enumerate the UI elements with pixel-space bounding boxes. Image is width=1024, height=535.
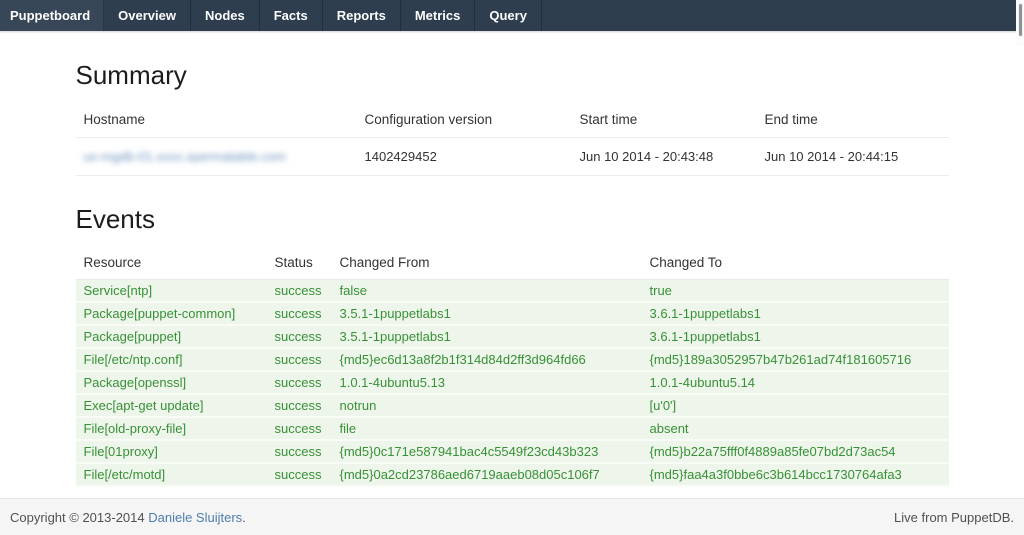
resource-cell: File[/etc/motd] — [76, 463, 267, 486]
author-link[interactable]: Daniele Sluijters — [148, 510, 242, 525]
changed-from-cell: {md5}0a2cd23786aed6719aaeb08d05c106f7 — [332, 463, 642, 486]
nav-item-metrics[interactable]: Metrics — [401, 0, 476, 31]
config-version-cell: 1402429452 — [357, 138, 572, 176]
summary-col-start-time: Start time — [572, 103, 757, 138]
resource-cell: File[/etc/ntp.conf] — [76, 348, 267, 371]
nav-item-query[interactable]: Query — [475, 0, 542, 31]
changed-to-cell: 3.6.1-1puppetlabs1 — [642, 302, 949, 325]
status-cell: success — [267, 371, 332, 394]
resource-cell: Package[openssl] — [76, 371, 267, 394]
copyright-prefix: Copyright © 2013-2014 — [10, 510, 148, 525]
table-row: Service[ntp] success false true — [76, 280, 949, 303]
status-cell: success — [267, 463, 332, 486]
hostname-link-redacted[interactable]: ux-mgdb-01.xxxx.xpermatable.com — [84, 149, 286, 164]
top-navbar: Puppetboard Overview Nodes Facts Reports… — [0, 0, 1024, 31]
status-cell: success — [267, 280, 332, 303]
summary-header-row: Hostname Configuration version Start tim… — [76, 103, 949, 138]
summary-table: Hostname Configuration version Start tim… — [76, 103, 949, 176]
resource-cell: Service[ntp] — [76, 280, 267, 303]
brand-puppetboard[interactable]: Puppetboard — [0, 0, 104, 31]
resource-cell: Package[puppet-common] — [76, 302, 267, 325]
changed-from-cell: {md5}0c171e587941bac4c5549f23cd43b323 — [332, 440, 642, 463]
start-time-cell: Jun 10 2014 - 20:43:48 — [572, 138, 757, 176]
table-row: File[/etc/motd] success {md5}0a2cd23786a… — [76, 463, 949, 486]
status-cell: success — [267, 325, 332, 348]
changed-to-cell: 3.6.1-1puppetlabs1 — [642, 325, 949, 348]
changed-from-cell: 3.5.1-1puppetlabs1 — [332, 325, 642, 348]
status-cell: success — [267, 302, 332, 325]
puppetdb-status-text: Live from PuppetDB. — [894, 510, 1014, 525]
table-row: File[/etc/ntp.conf] success {md5}ec6d13a… — [76, 348, 949, 371]
footer: Copyright © 2013-2014 Daniele Sluijters.… — [0, 498, 1024, 535]
table-row: File[old-proxy-file] success file absent — [76, 417, 949, 440]
status-cell: success — [267, 348, 332, 371]
resource-cell: File[01proxy] — [76, 440, 267, 463]
events-col-changed-to: Changed To — [642, 247, 949, 280]
table-row: File[01proxy] success {md5}0c171e587941b… — [76, 440, 949, 463]
events-col-resource: Resource — [76, 247, 267, 280]
status-cell: success — [267, 417, 332, 440]
changed-from-cell: 1.0.1-4ubuntu5.13 — [332, 371, 642, 394]
summary-title: Summary — [76, 60, 949, 91]
resource-cell: File[old-proxy-file] — [76, 417, 267, 440]
nav-item-facts[interactable]: Facts — [260, 0, 323, 31]
nav-item-nodes[interactable]: Nodes — [191, 0, 260, 31]
nav-item-reports[interactable]: Reports — [323, 0, 401, 31]
status-cell: success — [267, 440, 332, 463]
summary-col-end-time: End time — [757, 103, 949, 138]
hostname-cell: ux-mgdb-01.xxxx.xpermatable.com — [76, 138, 357, 176]
summary-col-hostname: Hostname — [76, 103, 357, 138]
events-col-status: Status — [267, 247, 332, 280]
resource-cell: Package[puppet] — [76, 325, 267, 348]
changed-to-cell: {md5}189a3052957b47b261ad74f181605716 — [642, 348, 949, 371]
changed-from-cell: file — [332, 417, 642, 440]
events-col-changed-from: Changed From — [332, 247, 642, 280]
changed-to-cell: 1.0.1-4ubuntu5.14 — [642, 371, 949, 394]
changed-from-cell: notrun — [332, 394, 642, 417]
nav-item-overview[interactable]: Overview — [104, 0, 191, 31]
summary-col-config-version: Configuration version — [357, 103, 572, 138]
end-time-cell: Jun 10 2014 - 20:44:15 — [757, 138, 949, 176]
events-table: Resource Status Changed From Changed To … — [76, 247, 949, 487]
changed-from-cell: 3.5.1-1puppetlabs1 — [332, 302, 642, 325]
changed-from-cell: false — [332, 280, 642, 303]
events-header-row: Resource Status Changed From Changed To — [76, 247, 949, 280]
changed-from-cell: {md5}ec6d13a8f2b1f314d84d2ff3d964fd66 — [332, 348, 642, 371]
events-title: Events — [76, 204, 949, 235]
copyright-text: Copyright © 2013-2014 Daniele Sluijters. — [10, 510, 246, 525]
summary-row: ux-mgdb-01.xxxx.xpermatable.com 14024294… — [76, 138, 949, 176]
copyright-suffix: . — [242, 510, 246, 525]
table-row: Package[openssl] success 1.0.1-4ubuntu5.… — [76, 371, 949, 394]
changed-to-cell: absent — [642, 417, 949, 440]
changed-to-cell: true — [642, 280, 949, 303]
changed-to-cell: [u'0'] — [642, 394, 949, 417]
changed-to-cell: {md5}b22a75fff0f4889a85fe07bd2d73ac54 — [642, 440, 949, 463]
table-row: Package[puppet] success 3.5.1-1puppetlab… — [76, 325, 949, 348]
status-cell: success — [267, 394, 332, 417]
scrollbar-thumb[interactable] — [1018, 3, 1023, 37]
table-row: Package[puppet-common] success 3.5.1-1pu… — [76, 302, 949, 325]
page: Puppetboard Overview Nodes Facts Reports… — [0, 0, 1024, 535]
resource-cell: Exec[apt-get update] — [76, 394, 267, 417]
table-row: Exec[apt-get update] success notrun [u'0… — [76, 394, 949, 417]
changed-to-cell: {md5}faa4a3f0bbe6c3b614bcc1730764afa3 — [642, 463, 949, 486]
main-content: Summary Hostname Configuration version S… — [0, 31, 1024, 498]
